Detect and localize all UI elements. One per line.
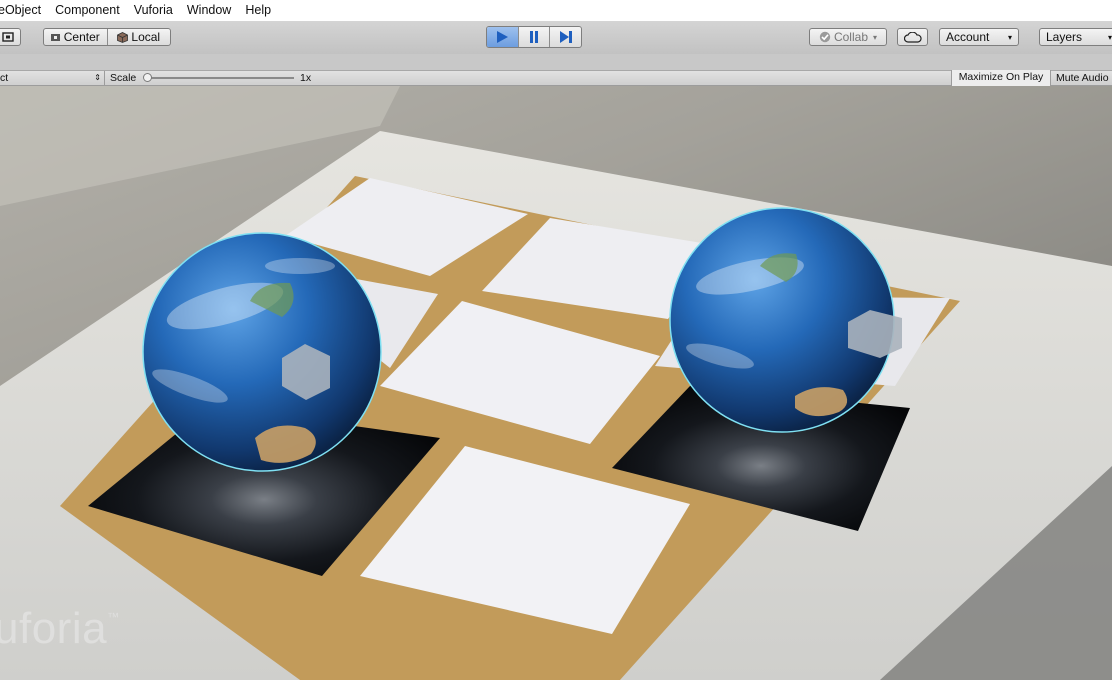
menu-window[interactable]: Window [180, 0, 238, 21]
playback-controls [486, 26, 582, 48]
earth-sphere-left [142, 232, 382, 472]
step-button[interactable] [549, 27, 581, 47]
game-view-toolbar: ct ⇕ Scale 1x Maximize On Play Mute Audi… [0, 70, 1112, 86]
menu-help[interactable]: Help [238, 0, 278, 21]
pivot-local-label: Local [131, 30, 161, 44]
aspect-dropdown[interactable]: ct ⇕ [0, 71, 105, 85]
rect-tool-button[interactable] [0, 28, 21, 46]
menu-gameobject[interactable]: eObject [0, 0, 48, 21]
pivot-toggle-group: Center Local [43, 28, 171, 46]
toolbar: Center Local Collab ▾ Account ▾ Layers ▾ [0, 21, 1112, 55]
chevron-down-icon: ▾ [1007, 32, 1012, 42]
pivot-center-label: Center [63, 30, 100, 44]
play-button[interactable] [487, 27, 518, 47]
menu-component[interactable]: Component [48, 0, 127, 21]
maximize-on-play-toggle[interactable]: Maximize On Play [951, 70, 1051, 86]
layers-dropdown[interactable]: Layers ▾ [1039, 28, 1112, 46]
center-pivot-icon [50, 33, 60, 41]
mute-audio-toggle[interactable]: Mute Audio [1052, 71, 1112, 85]
pause-icon [530, 31, 538, 43]
collab-label: Collab [833, 30, 868, 44]
pivot-center-button[interactable]: Center [44, 29, 107, 45]
layers-label: Layers [1046, 30, 1083, 44]
game-view-header: ct ⇕ Scale 1x Maximize On Play Mute Audi… [0, 54, 1112, 86]
local-cube-icon [117, 31, 129, 43]
vuforia-watermark: uforia™ [0, 604, 120, 653]
ar-scene [0, 86, 1112, 680]
step-icon [559, 31, 572, 43]
scale-label: Scale [110, 72, 137, 84]
cloud-icon [903, 31, 922, 43]
aspect-label: ct [0, 72, 9, 84]
scale-slider-handle[interactable] [143, 73, 152, 82]
menu-bar: eObject Component Vuforia Window Help [0, 0, 1112, 22]
chevron-down-icon: ▾ [1107, 32, 1112, 42]
scale-value: 1x [300, 72, 312, 84]
rect-tool-icon [1, 32, 14, 42]
collab-button[interactable]: Collab ▾ [809, 28, 887, 46]
chevron-down-icon: ▾ [873, 32, 878, 42]
check-circle-icon [819, 31, 831, 43]
scale-slider-track[interactable] [146, 77, 294, 79]
updown-arrows-icon: ⇕ [94, 73, 101, 82]
pause-button[interactable] [517, 27, 550, 47]
cloud-button[interactable] [897, 28, 928, 46]
play-icon [497, 31, 509, 43]
pivot-local-button[interactable]: Local [106, 29, 171, 45]
game-view-camera-feed[interactable]: uforia™ [0, 86, 1112, 680]
menu-vuforia[interactable]: Vuforia [127, 0, 180, 21]
account-dropdown[interactable]: Account ▾ [939, 28, 1019, 46]
account-label: Account [946, 30, 990, 44]
